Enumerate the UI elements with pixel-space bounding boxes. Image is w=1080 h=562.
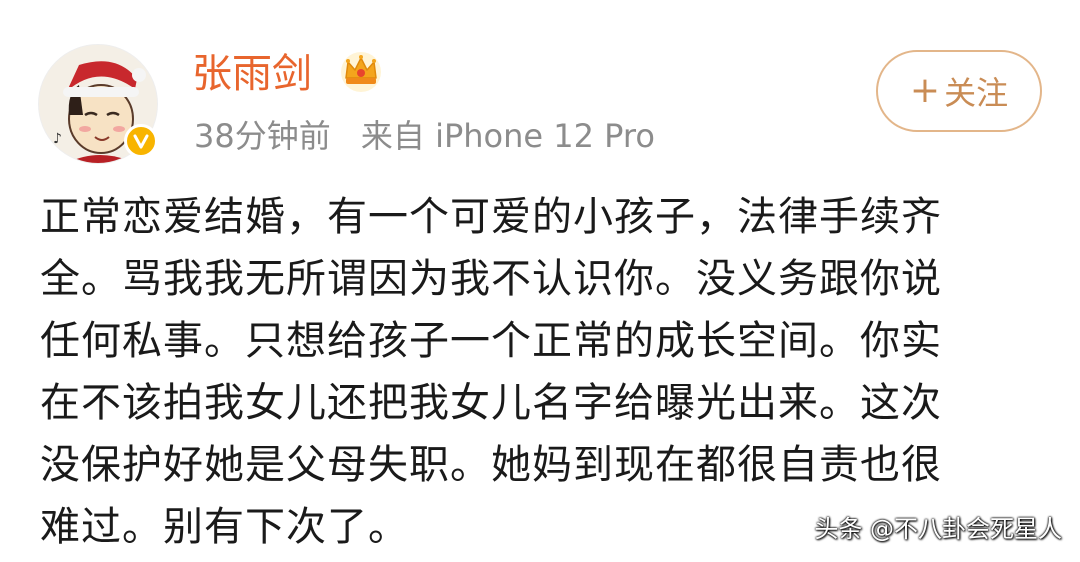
plus-icon: + — [909, 70, 941, 111]
post-body-line: 任何私事。只想给孩子一个正常的成长空间。你实 — [40, 318, 942, 364]
post-time: 38分钟前 — [194, 117, 331, 155]
follow-button[interactable]: + 关注 — [876, 50, 1042, 132]
post-body-line: 没保护好她是父母失职。她妈到现在都很自责也很 — [40, 442, 942, 488]
post-meta: 38分钟前 来自 iPhone 12 Pro — [194, 114, 655, 158]
weibo-post: ♪ 张雨剑 38分钟前 来自 iPhone 12 Pro + 关注 正常恋爱结婚… — [0, 0, 1080, 562]
svg-text:♪: ♪ — [53, 131, 62, 147]
watermark: 头条 @不八卦会死星人 — [814, 515, 1062, 543]
post-source: 来自 iPhone 12 Pro — [360, 117, 655, 155]
crown-icon[interactable] — [336, 46, 386, 96]
post-body-line: 在不该拍我女儿还把我女儿名字给曝光出来。这次 — [40, 380, 942, 426]
post-body-line: 正常恋爱结婚，有一个可爱的小孩子，法律手续齐 — [40, 194, 942, 240]
follow-label: 关注 — [944, 74, 1009, 112]
post-body: 正常恋爱结婚，有一个可爱的小孩子，法律手续齐 全。骂我我无所谓因为我不认识你。没… — [40, 186, 1050, 558]
username[interactable]: 张雨剑 — [192, 48, 312, 100]
verified-icon — [124, 124, 158, 158]
post-body-line: 全。骂我我无所谓因为我不认识你。没义务跟你说 — [40, 256, 942, 302]
verified-v-icon — [133, 134, 149, 149]
